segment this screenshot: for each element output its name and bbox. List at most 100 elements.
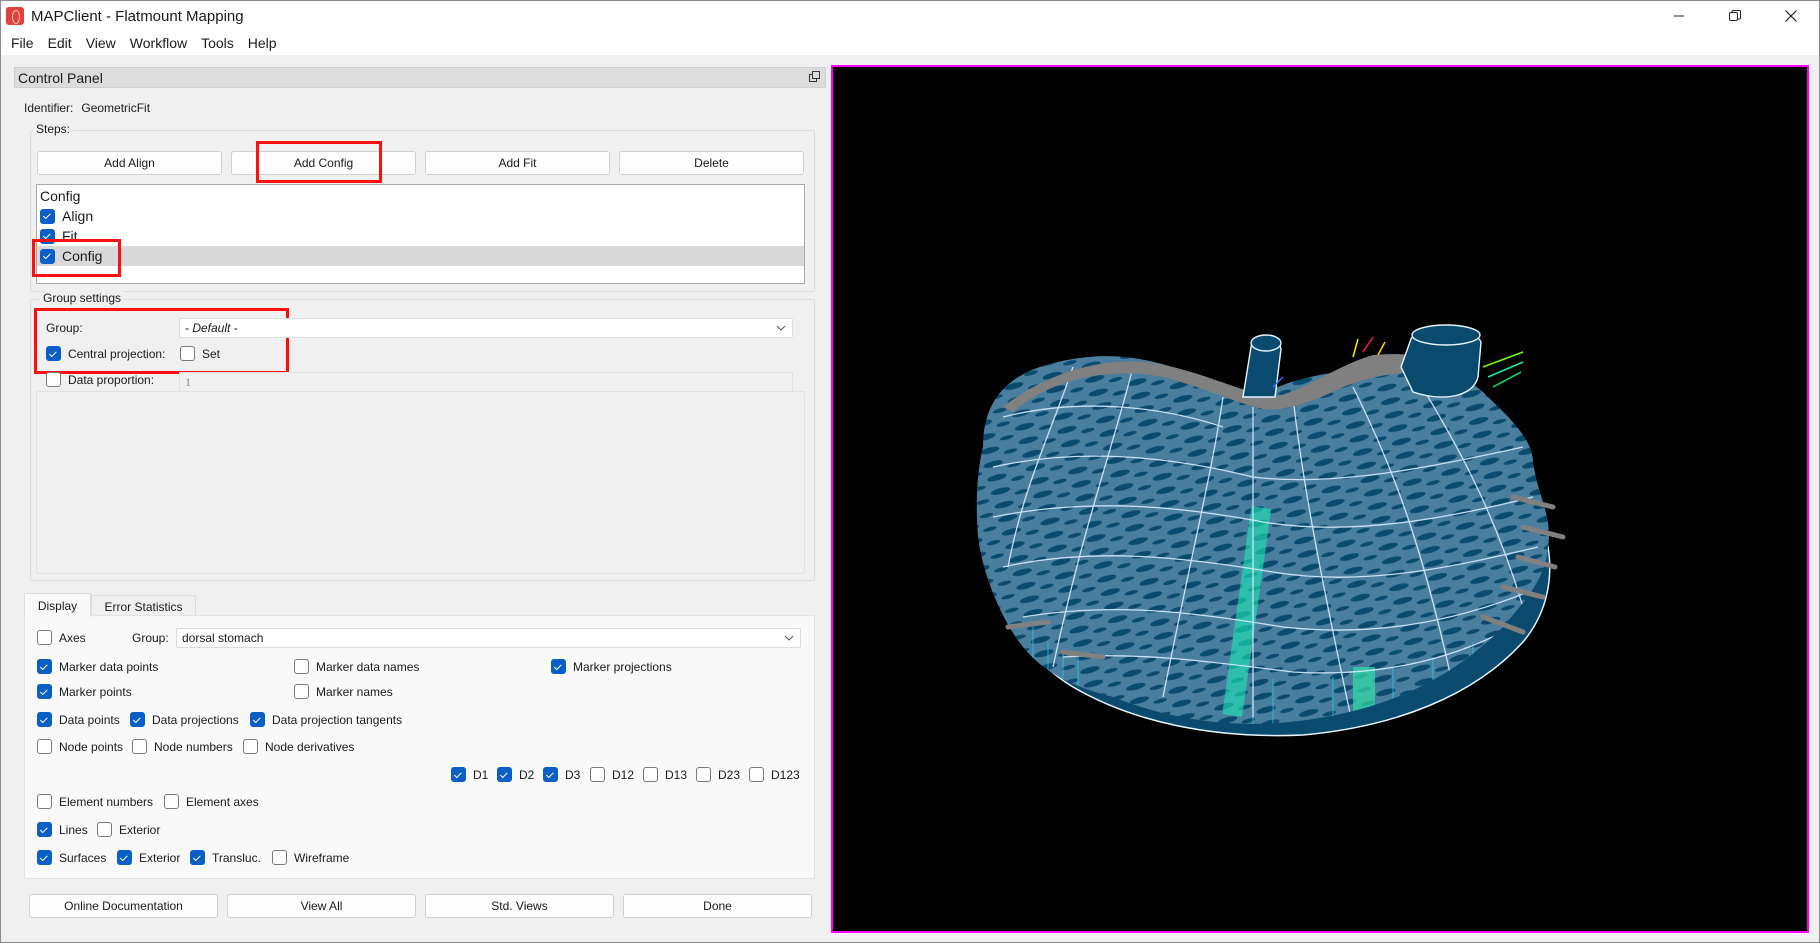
minimize-button[interactable] bbox=[1651, 1, 1707, 31]
checkbox-box[interactable] bbox=[37, 684, 52, 699]
checkbox-box[interactable] bbox=[272, 850, 287, 865]
set-checkbox[interactable]: Set bbox=[180, 346, 220, 361]
chevron-down-icon bbox=[776, 325, 786, 331]
checkbox-box[interactable] bbox=[451, 767, 466, 782]
checkbox-box[interactable] bbox=[117, 850, 132, 865]
checkbox-box[interactable] bbox=[551, 659, 566, 674]
checkbox-box[interactable] bbox=[190, 850, 205, 865]
lines-exterior-checkbox[interactable]: Exterior bbox=[97, 822, 160, 837]
lines-checkbox[interactable]: Lines bbox=[37, 822, 88, 837]
d12-checkbox[interactable]: D12 bbox=[590, 767, 634, 782]
marker-points-checkbox[interactable]: Marker points bbox=[37, 684, 132, 699]
node-numbers-label: Node numbers bbox=[154, 739, 233, 754]
data-points-checkbox[interactable]: Data points bbox=[37, 712, 120, 727]
lines-label: Lines bbox=[59, 822, 88, 837]
checkbox-box[interactable] bbox=[132, 739, 147, 754]
checkbox-box[interactable] bbox=[37, 822, 52, 837]
window-title: MAPClient - Flatmount Mapping bbox=[31, 7, 244, 25]
node-points-checkbox[interactable]: Node points bbox=[37, 739, 123, 754]
marker-data-points-checkbox[interactable]: Marker data points bbox=[37, 659, 158, 674]
checkbox-box[interactable] bbox=[497, 767, 512, 782]
online-documentation-button[interactable]: Online Documentation bbox=[29, 894, 218, 918]
element-axes-checkbox[interactable]: Element axes bbox=[164, 794, 259, 809]
checkbox-box[interactable] bbox=[37, 630, 52, 645]
close-button[interactable] bbox=[1763, 1, 1819, 31]
step-item-config-root[interactable]: Config bbox=[37, 186, 804, 206]
checkbox-box[interactable] bbox=[294, 684, 309, 699]
checkbox-box[interactable] bbox=[164, 794, 179, 809]
step-item-config[interactable]: Config bbox=[37, 246, 804, 266]
tab-display[interactable]: Display bbox=[24, 593, 91, 617]
step-checkbox[interactable] bbox=[40, 228, 55, 244]
add-align-button[interactable]: Add Align bbox=[37, 151, 222, 175]
step-checkbox[interactable] bbox=[40, 248, 55, 264]
checkbox-box[interactable] bbox=[749, 767, 764, 782]
menu-edit[interactable]: Edit bbox=[41, 35, 79, 51]
d3-checkbox[interactable]: D3 bbox=[543, 767, 580, 782]
menu-help[interactable]: Help bbox=[241, 35, 284, 51]
d13-checkbox[interactable]: D13 bbox=[643, 767, 687, 782]
restore-button[interactable] bbox=[1707, 1, 1763, 31]
checkbox-box[interactable] bbox=[590, 767, 605, 782]
display-group-combo[interactable]: dorsal stomach bbox=[176, 628, 801, 648]
checkbox-box[interactable] bbox=[37, 712, 52, 727]
checkbox-box[interactable] bbox=[543, 767, 558, 782]
menu-workflow[interactable]: Workflow bbox=[123, 35, 194, 51]
step-item-align[interactable]: Align bbox=[37, 206, 804, 226]
d13-label: D13 bbox=[665, 767, 688, 782]
checkbox-box[interactable] bbox=[696, 767, 711, 782]
menu-tools[interactable]: Tools bbox=[194, 35, 241, 51]
checkbox-box[interactable] bbox=[243, 739, 258, 754]
step-checkbox[interactable] bbox=[40, 208, 55, 224]
3d-viewport[interactable] bbox=[831, 65, 1809, 933]
group-settings-combo[interactable]: - Default - bbox=[179, 318, 793, 338]
checkbox-box[interactable] bbox=[37, 794, 52, 809]
checkbox-box[interactable] bbox=[294, 659, 309, 674]
checkbox-box[interactable] bbox=[37, 659, 52, 674]
surfaces-exterior-checkbox[interactable]: Exterior bbox=[117, 850, 180, 865]
checkbox-box[interactable] bbox=[180, 346, 195, 361]
step-item-fit[interactable]: Fit bbox=[37, 226, 804, 246]
marker-names-checkbox[interactable]: Marker names bbox=[294, 684, 393, 699]
d123-checkbox[interactable]: D123 bbox=[749, 767, 800, 782]
checkbox-box[interactable] bbox=[46, 372, 61, 387]
d1-checkbox[interactable]: D1 bbox=[451, 767, 488, 782]
data-proportion-checkbox[interactable]: Data proportion: bbox=[46, 372, 154, 387]
checkbox-box[interactable] bbox=[250, 712, 265, 727]
transluc-checkbox[interactable]: Transluc. bbox=[190, 850, 261, 865]
node-numbers-checkbox[interactable]: Node numbers bbox=[132, 739, 233, 754]
marker-data-names-checkbox[interactable]: Marker data names bbox=[294, 659, 419, 674]
node-derivatives-checkbox[interactable]: Node derivatives bbox=[243, 739, 354, 754]
menu-file[interactable]: File bbox=[4, 35, 41, 51]
checkbox-box[interactable] bbox=[46, 346, 61, 361]
data-projections-checkbox[interactable]: Data projections bbox=[130, 712, 239, 727]
axes-checkbox[interactable]: Axes bbox=[37, 630, 86, 645]
checkbox-box[interactable] bbox=[643, 767, 658, 782]
menu-view[interactable]: View bbox=[79, 35, 123, 51]
marker-points-label: Marker points bbox=[59, 684, 132, 699]
data-proportion-input[interactable]: 1 bbox=[179, 372, 793, 392]
float-dock-icon[interactable] bbox=[809, 71, 821, 83]
element-numbers-checkbox[interactable]: Element numbers bbox=[37, 794, 153, 809]
view-all-button[interactable]: View All bbox=[227, 894, 416, 918]
data-projection-tangents-checkbox[interactable]: Data projection tangents bbox=[250, 712, 402, 727]
d23-checkbox[interactable]: D23 bbox=[696, 767, 740, 782]
checkbox-box[interactable] bbox=[97, 822, 112, 837]
lines-exterior-label: Exterior bbox=[119, 822, 161, 837]
control-panel-title: Control Panel bbox=[18, 69, 103, 86]
d2-checkbox[interactable]: D2 bbox=[497, 767, 534, 782]
checkbox-box[interactable] bbox=[37, 850, 52, 865]
surfaces-checkbox[interactable]: Surfaces bbox=[37, 850, 106, 865]
done-button[interactable]: Done bbox=[623, 894, 812, 918]
central-projection-checkbox[interactable]: Central projection: bbox=[46, 346, 165, 361]
checkbox-box[interactable] bbox=[130, 712, 145, 727]
add-fit-button[interactable]: Add Fit bbox=[425, 151, 610, 175]
tab-error-statistics[interactable]: Error Statistics bbox=[91, 595, 196, 617]
steps-list[interactable]: Config Align Fit Config bbox=[36, 184, 805, 284]
wireframe-checkbox[interactable]: Wireframe bbox=[272, 850, 349, 865]
std-views-button[interactable]: Std. Views bbox=[425, 894, 614, 918]
checkbox-box[interactable] bbox=[37, 739, 52, 754]
delete-button[interactable]: Delete bbox=[619, 151, 804, 175]
marker-projections-checkbox[interactable]: Marker projections bbox=[551, 659, 672, 674]
add-config-button[interactable]: Add Config bbox=[231, 151, 416, 175]
